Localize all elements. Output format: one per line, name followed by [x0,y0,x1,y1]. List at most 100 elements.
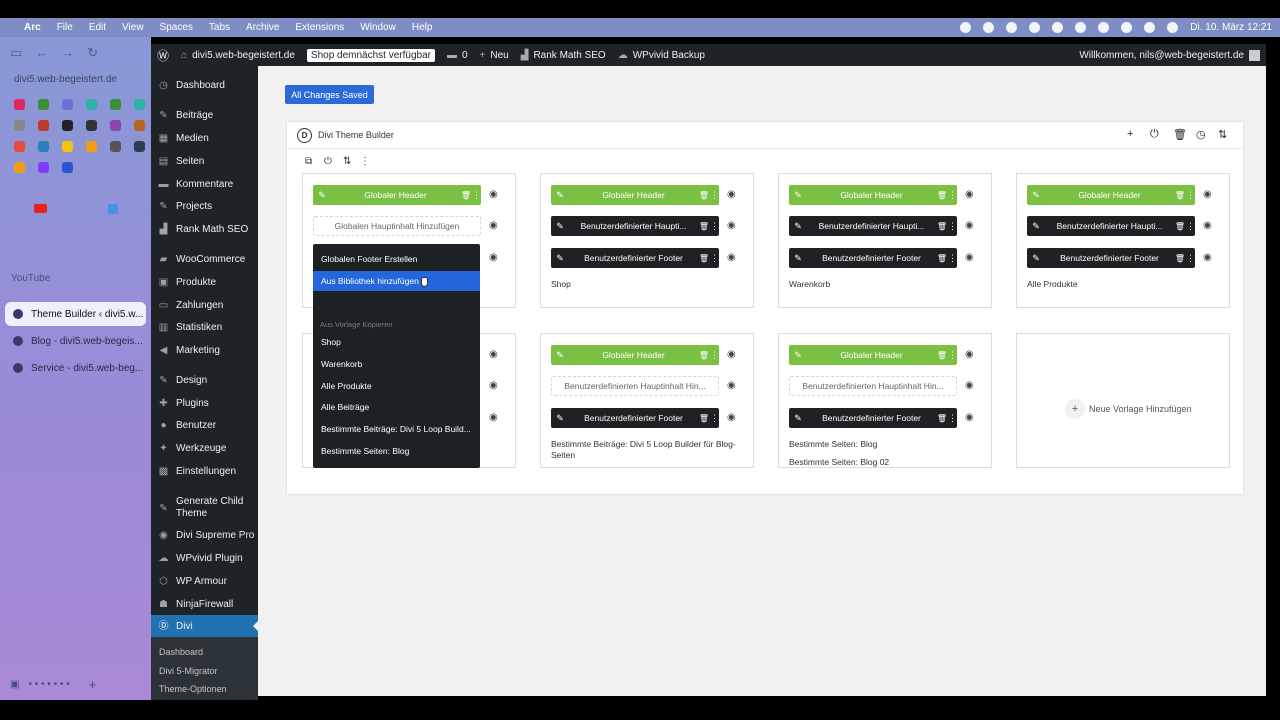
add-layout-slot[interactable]: Benutzerdefinierten Hauptinhalt Hin... [789,376,957,396]
menu-help[interactable]: Help [412,22,433,33]
menu-zahlungen[interactable]: ▭ Zahlungen [151,294,258,316]
menu-seiten[interactable]: ▤ Seiten [151,150,258,172]
visibility-eye-icon[interactable]: ◉ [489,349,498,360]
trash-icon[interactable]: 🗑 [936,191,948,200]
visibility-eye-icon[interactable]: ◉ [965,380,974,391]
more-icon[interactable]: ⋮ [948,253,957,264]
more-icon[interactable]: ⋮ [1186,221,1195,232]
status-icon[interactable] [1006,22,1018,33]
status-icon[interactable] [1052,22,1064,33]
wpvivid-link[interactable]: ☁ WPvivid Backup [618,50,705,61]
layout-slot[interactable]: ✎ Benutzerdefinierter Footer 🗑 ⋮ [789,408,957,428]
trash-icon[interactable]: 🗑 [460,191,472,200]
layout-slot[interactable]: ✎ Benutzerdefinierter Haupti... 🗑 ⋮ [551,216,719,236]
power-icon[interactable]: ⏻ [1150,128,1159,141]
comments-link[interactable]: ▬ 0 [447,50,468,61]
status-icon[interactable] [1029,22,1041,33]
menu-tabs[interactable]: Tabs [209,22,230,33]
more-icon[interactable]: ⋮ [710,190,719,201]
menu-extensions[interactable]: Extensions [295,22,344,33]
trash-icon[interactable]: 🗑 [936,254,948,263]
favorite-site-icon[interactable] [38,141,49,152]
menu-divi-supreme-pro[interactable]: ◉ Divi Supreme Pro [151,524,258,546]
menu-projects[interactable]: ✎ Projects [151,195,258,217]
calendar-icon[interactable] [108,204,118,214]
favorite-site-icon[interactable] [86,141,97,152]
sidebar-toggle-icon[interactable]: ▭ [10,45,22,61]
visibility-eye-icon[interactable]: ◉ [727,189,736,200]
rankmath-link[interactable]: ▟ Rank Math SEO [521,50,606,61]
visibility-eye-icon[interactable]: ◉ [727,349,736,360]
favorite-site-icon[interactable] [38,99,49,110]
layout-slot[interactable]: ✎ Globaler Header 🗑 ⋮ [1027,185,1195,205]
menu-medien[interactable]: ▦ Medien [151,127,258,149]
menu-statistiken[interactable]: ▥ Statistiken [151,316,258,338]
create-global-footer-item[interactable]: Globalen Footer Erstellen [313,249,480,269]
edit-icon[interactable]: ✎ [789,350,807,361]
menu-benutzer[interactable]: ● Benutzer [151,414,258,436]
layout-slot[interactable]: ✎ Benutzerdefinierter Footer 🗑 ⋮ [551,248,719,268]
template-card[interactable]: ✎ Globaler Header 🗑 ⋮ ◉ Benutzerdefinierten H… [540,333,754,468]
visibility-eye-icon[interactable]: ◉ [489,412,498,423]
visibility-eye-icon[interactable]: ◉ [1203,220,1212,231]
clock[interactable]: Di. 10. März 12:21 [1190,22,1272,33]
more-icon[interactable]: ⋮ [1186,190,1195,201]
edit-icon[interactable]: ✎ [551,413,569,424]
trash-icon[interactable]: 🗑 [1173,128,1187,141]
menu-woocommerce[interactable]: ▰ WooCommerce [151,248,258,270]
menu-window[interactable]: Window [360,22,396,33]
favorite-site-icon[interactable] [134,120,145,131]
trash-icon[interactable]: 🗑 [936,351,948,360]
template-item[interactable]: Alle Produkte [313,376,480,396]
sort-icon[interactable]: ⇅ [1218,128,1227,141]
duplicate-icon[interactable]: ⧉ [305,156,312,167]
template-card[interactable]: + Neue Vorlage Hinzufügen [1016,333,1230,468]
submenu-divi5-migrator[interactable]: Divi 5-Migrator [159,666,218,676]
template-card[interactable]: ✎ Globaler Header 🗑 ⋮ ◉ ✎ Benutzerdefinierter … [778,173,992,308]
menu-design[interactable]: ✎ Design [151,369,258,391]
shop-status-badge[interactable]: Shop demnächst verfügbar [306,48,435,62]
menu-app[interactable]: Arc [24,22,41,33]
menu-spaces[interactable]: Spaces [160,22,193,33]
layout-slot[interactable]: ✎ Benutzerdefinierter Footer 🗑 ⋮ [551,408,719,428]
edit-icon[interactable]: ✎ [1027,221,1045,232]
layout-slot[interactable]: ✎ Globaler Header 🗑 ⋮ [551,345,719,365]
template-item[interactable]: Bestimmte Beiträge: Divi 5 Loop Build... [313,419,480,439]
back-icon[interactable]: ← [35,45,48,61]
template-item[interactable]: Shop [313,332,480,352]
edit-icon[interactable]: ✎ [551,253,569,264]
status-icon[interactable] [1075,22,1087,33]
add-layout-slot[interactable]: Benutzerdefinierten Hauptinhalt Hin... [551,376,719,396]
menu-archive[interactable]: Archive [246,22,279,33]
trash-icon[interactable]: 🗑 [698,222,710,231]
trash-icon[interactable]: 🗑 [698,191,710,200]
tab-theme-builder[interactable]: Theme Builder ‹ divi5.w... [5,302,146,326]
trash-icon[interactable]: 🗑 [698,254,710,263]
favorite-site-icon[interactable] [14,141,25,152]
more-icon[interactable]: ⋮ [948,221,957,232]
menu-einstellungen[interactable]: ▩ Einstellungen [151,460,258,482]
favorite-site-icon[interactable] [134,99,145,110]
favorite-site-icon[interactable] [62,141,73,152]
favorite-site-icon[interactable] [134,141,145,152]
layout-slot[interactable]: ✎ Benutzerdefinierter Footer 🗑 ⋮ [789,248,957,268]
template-card[interactable]: ✎ Globaler Header 🗑 ⋮ ◉ ✎ Benutzerdefinierter … [540,173,754,308]
menu-werkzeuge[interactable]: ✦ Werkzeuge [151,437,258,459]
visibility-eye-icon[interactable]: ◉ [965,252,974,263]
template-item[interactable]: Bestimmte Seiten: Blog [313,441,480,461]
favorite-site-icon[interactable] [86,99,97,110]
more-icon[interactable]: ⋮ [710,413,719,424]
tab-service[interactable]: Service - divi5.web-beg... [5,356,146,380]
trash-icon[interactable]: 🗑 [698,414,710,423]
add-template-icon[interactable]: + [1127,128,1133,140]
favorite-site-icon[interactable] [62,120,73,131]
edit-icon[interactable]: ✎ [1027,253,1045,264]
menu-file[interactable]: File [57,22,73,33]
more-icon[interactable]: ⋮ [360,156,370,167]
add-from-library-item[interactable]: Aus Bibliothek hinzufügen [313,271,480,291]
visibility-eye-icon[interactable]: ◉ [965,412,974,423]
menu-rankmath[interactable]: ▟ Rank Math SEO [151,218,258,240]
favorite-site-icon[interactable] [62,162,73,173]
visibility-eye-icon[interactable]: ◉ [489,220,498,231]
more-icon[interactable]: ⋮ [948,190,957,201]
